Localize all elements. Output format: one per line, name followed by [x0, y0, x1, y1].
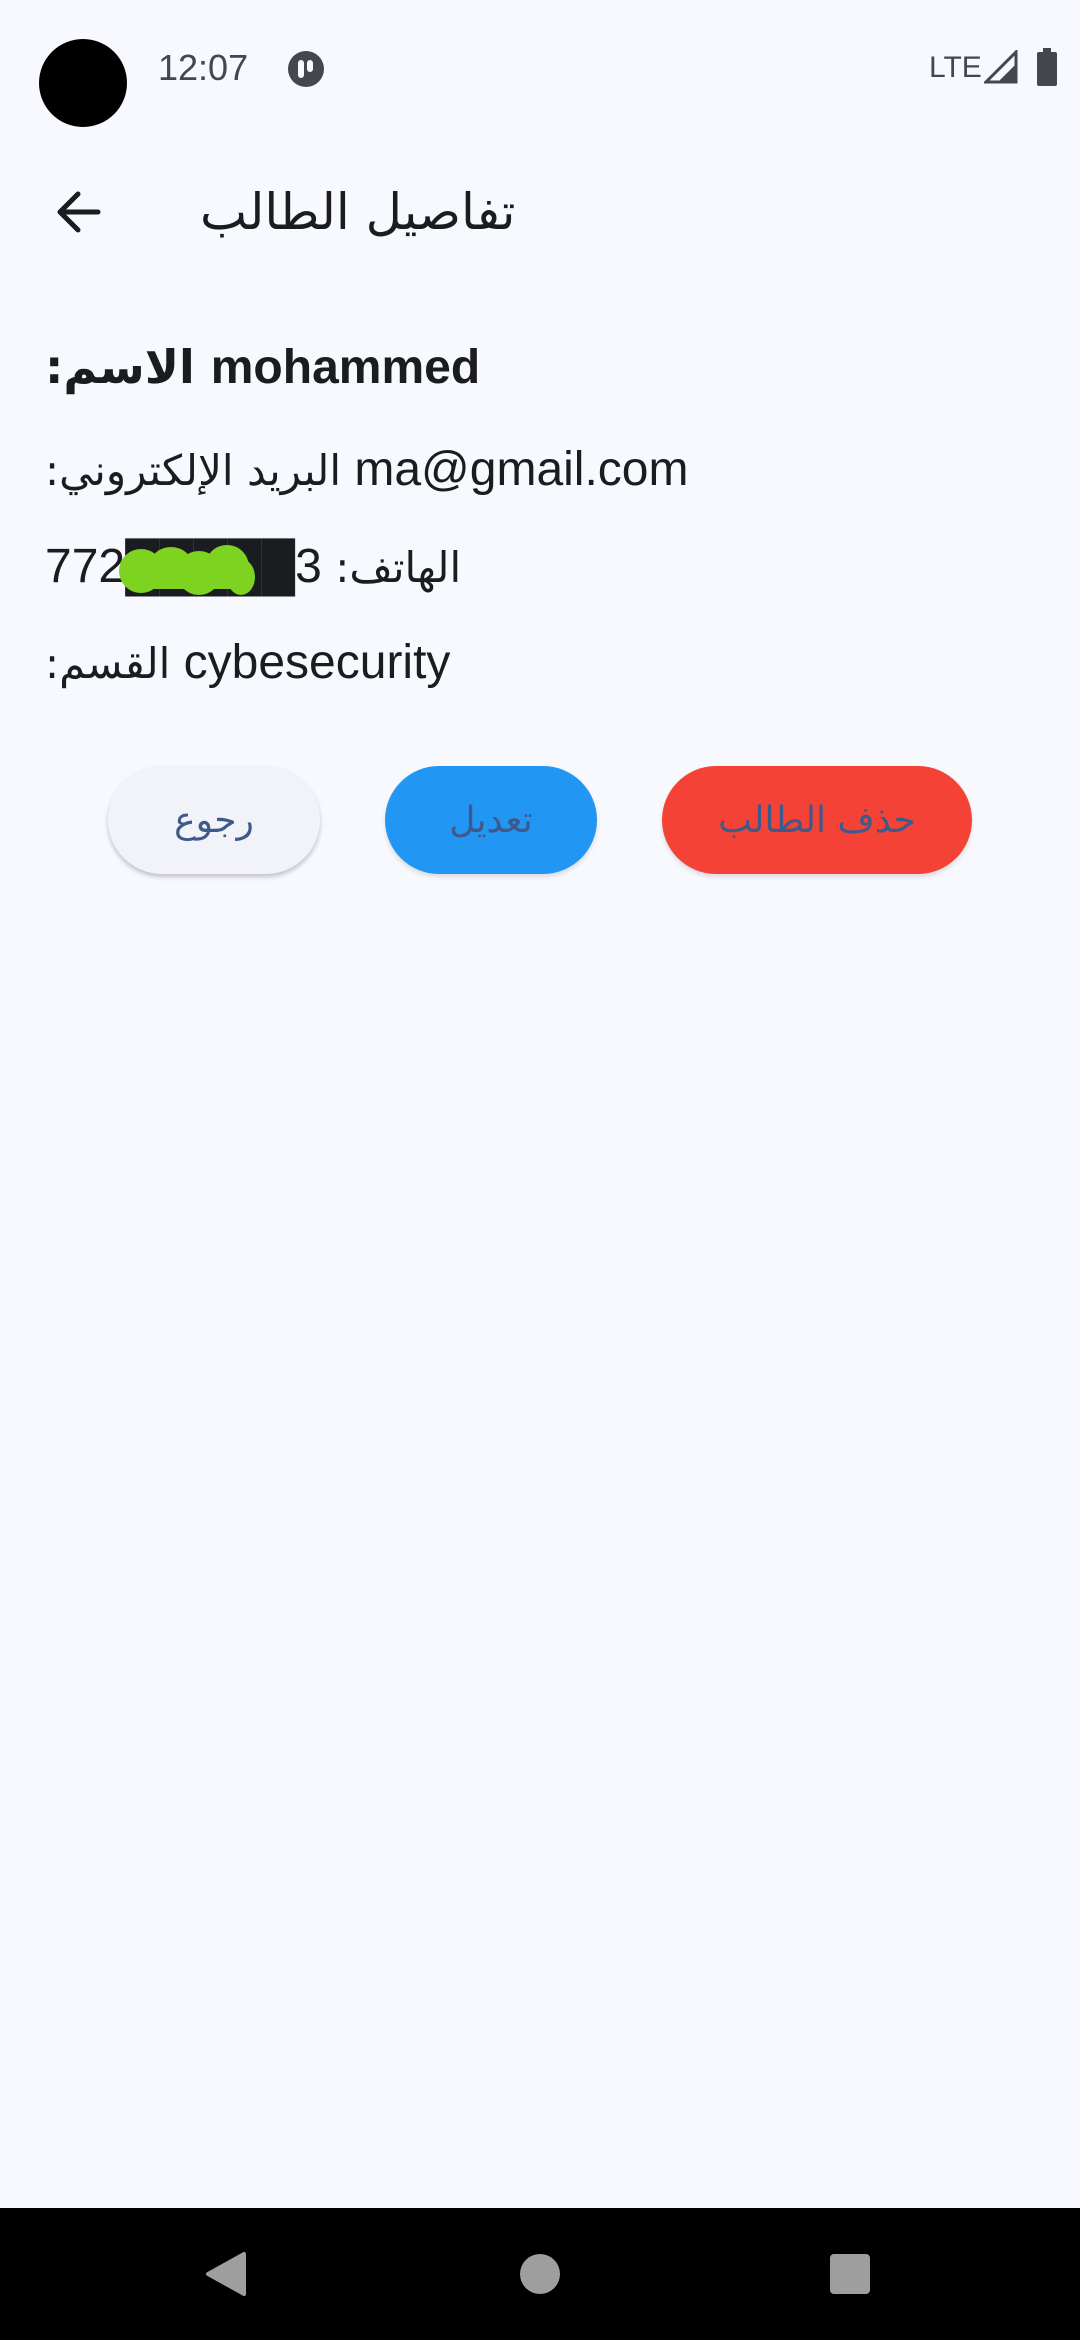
email-value: ma@gmail.com — [354, 443, 689, 496]
name-label: الاسم: — [45, 340, 195, 394]
back-button[interactable] — [30, 174, 126, 250]
app-notification-icon — [288, 51, 324, 87]
redaction-scribble — [119, 545, 255, 595]
department-value: cybesecurity — [183, 636, 451, 689]
email-label: البريد الإلكتروني: — [45, 446, 341, 495]
student-name-row: الاسم: mohammed — [45, 335, 480, 400]
student-department-row: القسم: cybesecurity — [45, 633, 450, 694]
phone-value-wrap: 772█████3 — [45, 537, 322, 598]
status-bar: 12:07 LTE — [0, 0, 1080, 135]
nav-back-button[interactable] — [156, 2208, 296, 2340]
edit-button[interactable]: تعديل — [385, 766, 597, 874]
battery-icon — [1037, 48, 1057, 86]
system-nav-bar — [0, 2208, 1080, 2340]
nav-recents-button[interactable] — [780, 2208, 920, 2340]
nav-back-icon — [206, 2252, 246, 2296]
student-email-row: البريد الإلكتروني: ma@gmail.com — [45, 440, 688, 501]
department-label: القسم: — [45, 639, 171, 688]
camera-cutout — [39, 39, 127, 127]
cellular-signal-icon — [984, 50, 1018, 84]
delete-student-button[interactable]: حذف الطالب — [662, 766, 972, 874]
student-phone-row: 772█████3 الهاتف: — [45, 537, 461, 598]
page-title: تفاصيل الطالب — [200, 183, 516, 241]
app-bar: تفاصيل الطالب — [0, 150, 1080, 274]
nav-home-button[interactable] — [470, 2208, 610, 2340]
phone-label: الهاتف: — [335, 543, 462, 592]
network-type: LTE — [929, 51, 982, 84]
name-value: mohammed — [210, 341, 481, 394]
nav-home-icon — [520, 2254, 560, 2294]
back-action-button[interactable]: رجوع — [108, 766, 320, 874]
nav-recents-icon — [830, 2254, 870, 2294]
arrow-back-icon — [57, 191, 101, 233]
status-time: 12:07 — [158, 47, 249, 88]
